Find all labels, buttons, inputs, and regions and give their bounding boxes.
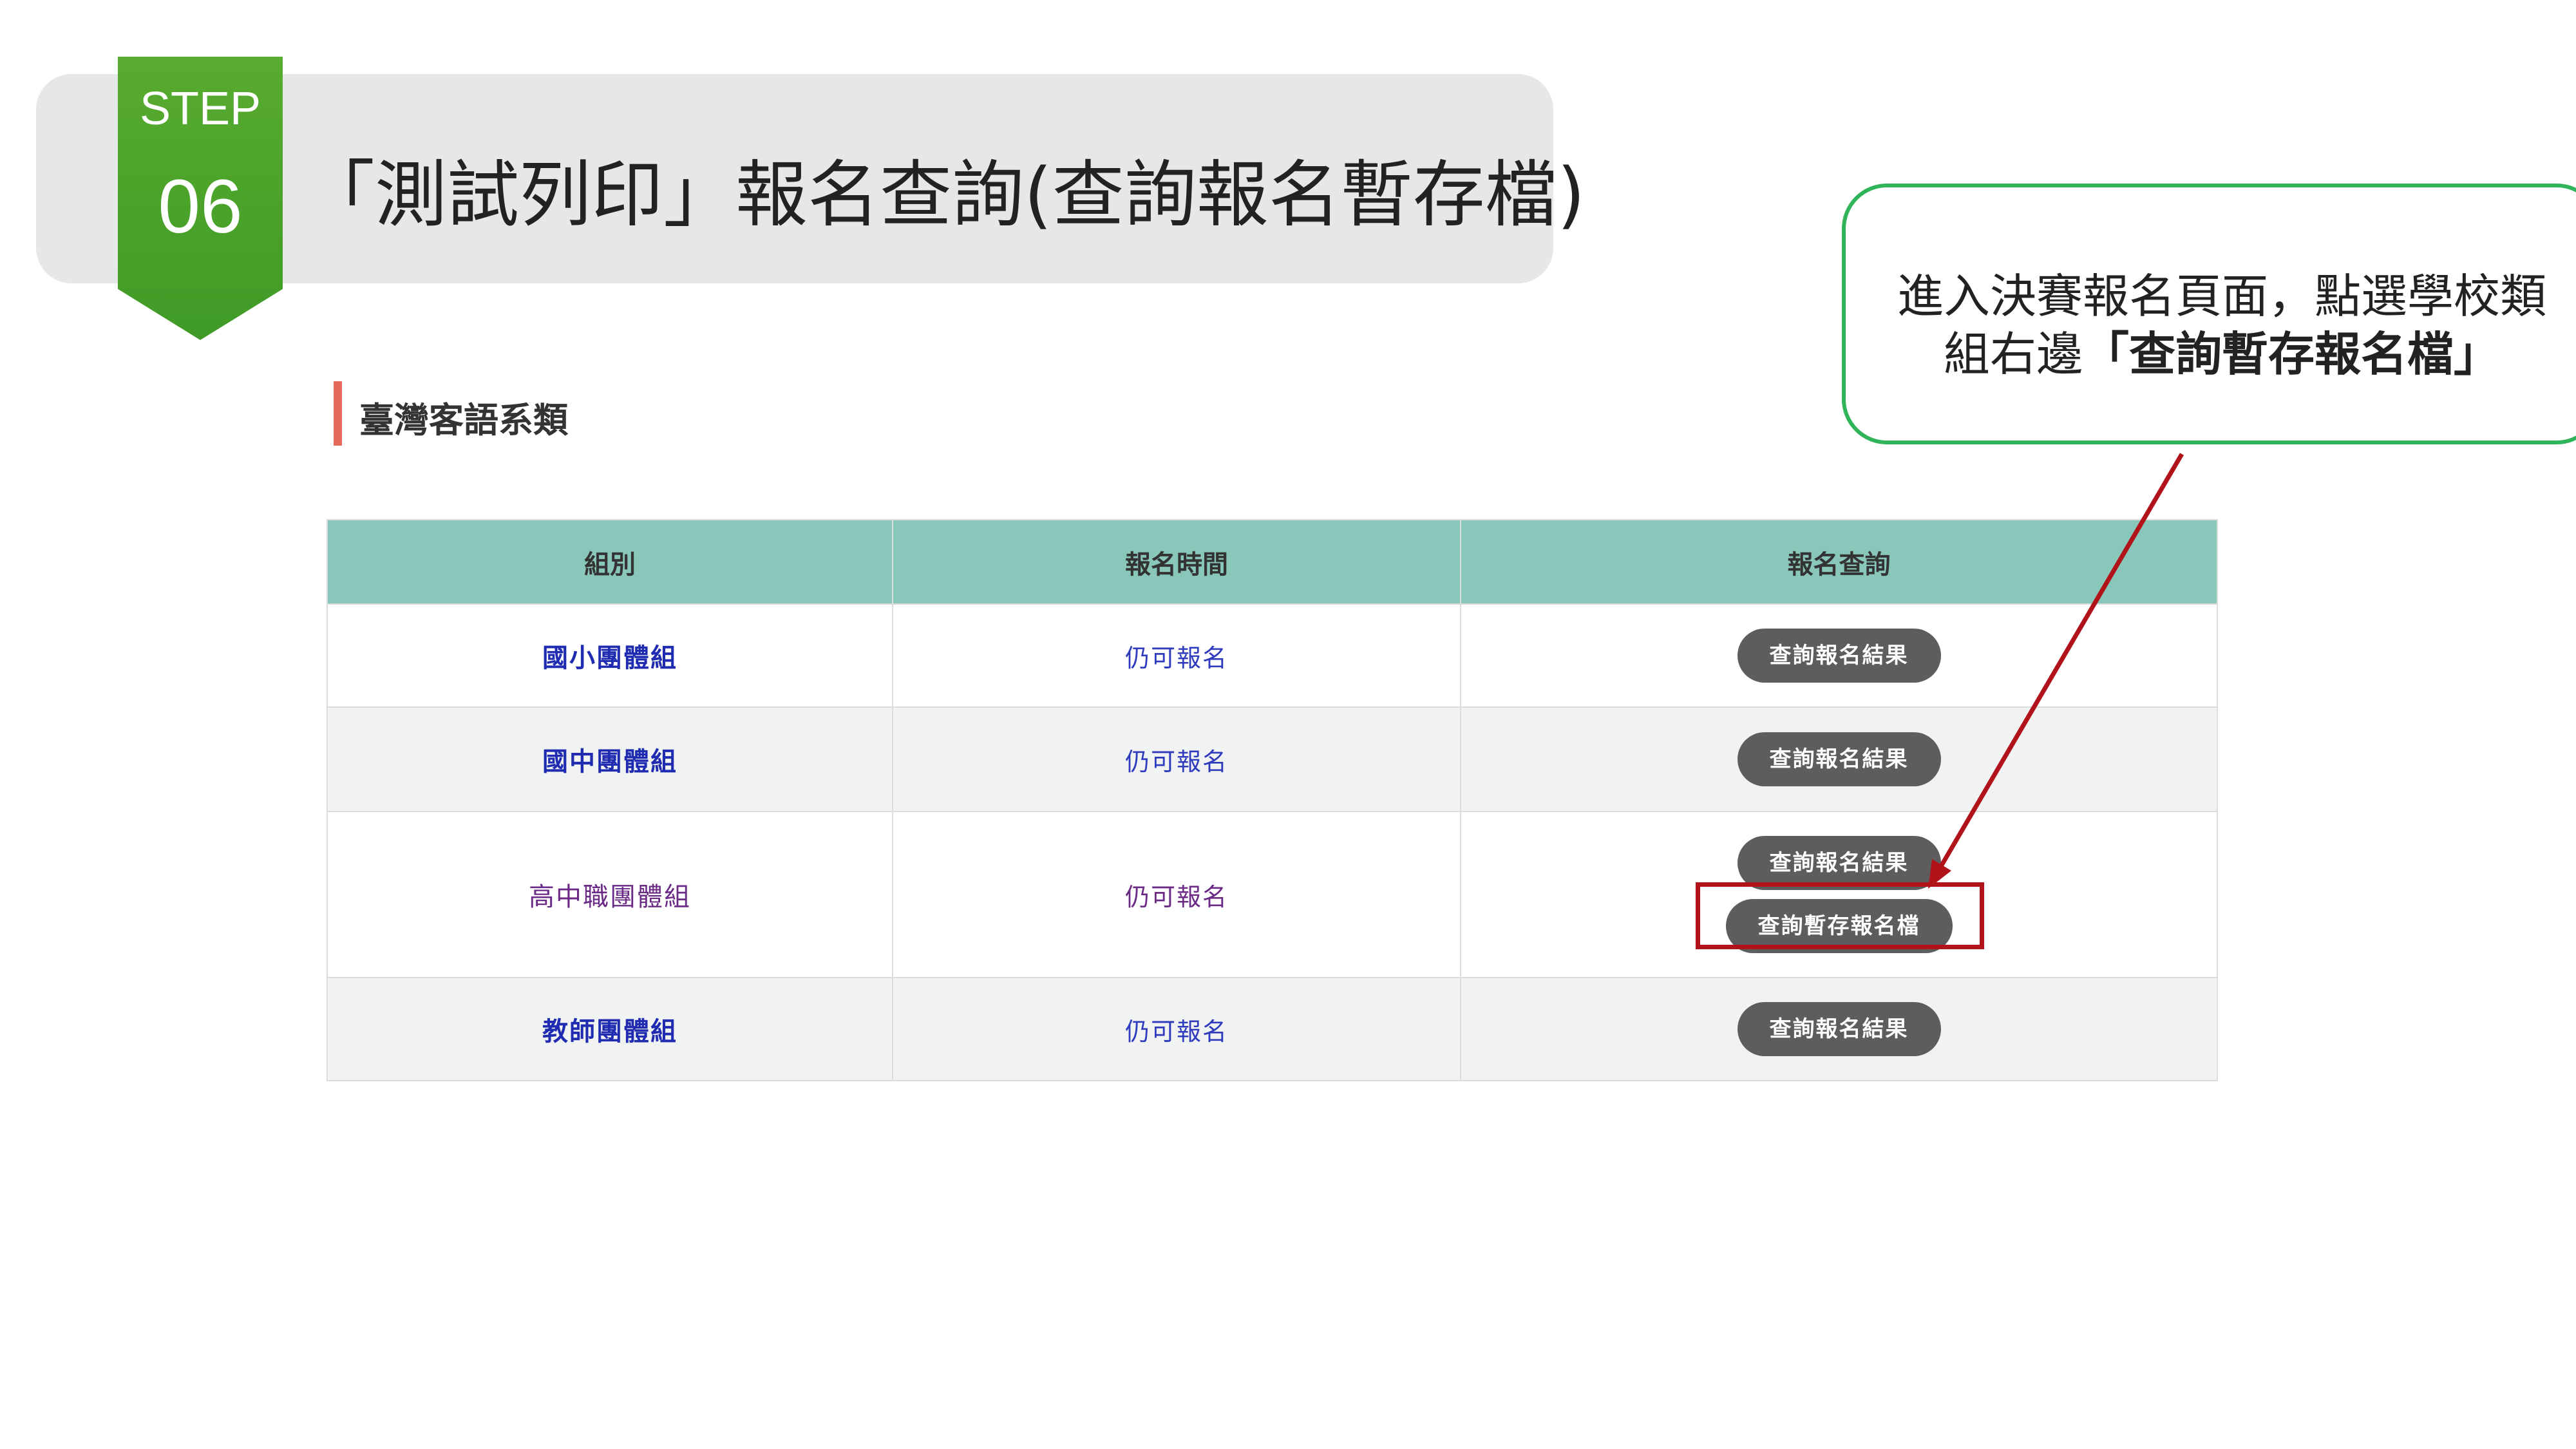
query-result-button[interactable]: 查詢報名結果	[1737, 629, 1941, 683]
group-cell: 國中團體組	[327, 706, 893, 812]
registration-status: 仍可報名	[1124, 1017, 1228, 1046]
table-row: 國中團體組 仍可報名 查詢報名結果	[327, 706, 2218, 812]
time-cell: 仍可報名	[892, 811, 1461, 978]
callout-bubble: 進入決賽報名頁面，點選學校類 組右邊「查詢暫存報名檔」	[1842, 184, 2576, 444]
step-label: STEP	[139, 83, 261, 135]
time-cell: 仍可報名	[892, 603, 1461, 708]
query-cell: 查詢報名結果	[1460, 706, 2218, 812]
table-row: 教師團體組 仍可報名 查詢報名結果	[327, 977, 2218, 1081]
registration-status: 仍可報名	[1124, 643, 1228, 672]
step-number: 06	[158, 164, 243, 249]
group-link-teacher[interactable]: 教師團體組	[542, 1017, 677, 1046]
registration-table: 組別 報名時間 報名查詢 國小團體組 仍可報名 查詢報名結果 國中團體組 仍可報…	[327, 519, 2218, 1081]
query-cell: 查詢報名結果	[1460, 977, 2218, 1081]
callout-text-line2: 組右邊「查詢暫存報名檔」	[1846, 316, 2576, 384]
group-cell: 高中職團體組	[327, 811, 893, 978]
column-header-query: 報名查詢	[1460, 519, 2218, 605]
registration-status: 仍可報名	[1124, 747, 1228, 776]
page-title: 「測試列印」報名查詢(查詢報名暫存檔)	[303, 153, 1586, 237]
table-header-row: 組別 報名時間 報名查詢	[327, 519, 2218, 605]
group-link-elementary[interactable]: 國小團體組	[542, 643, 677, 673]
callout-text-emphasis: 「查詢暫存報名檔」	[2083, 327, 2501, 381]
group-link-senior-high[interactable]: 高中職團體組	[529, 882, 691, 912]
group-cell: 教師團體組	[327, 977, 893, 1081]
section-title: 臺灣客語系類	[359, 400, 568, 440]
column-header-time: 報名時間	[892, 519, 1461, 605]
query-result-button[interactable]: 查詢報名結果	[1737, 732, 1941, 786]
callout-text-prefix: 組右邊	[1943, 327, 2083, 381]
group-link-junior-high[interactable]: 國中團體組	[542, 747, 677, 777]
registration-status: 仍可報名	[1124, 882, 1228, 911]
step-badge: STEP 06	[118, 57, 283, 340]
highlight-box	[1696, 882, 1984, 949]
time-cell: 仍可報名	[892, 977, 1461, 1081]
query-result-button[interactable]: 查詢報名結果	[1737, 1002, 1941, 1056]
query-cell: 查詢報名結果	[1460, 603, 2218, 708]
table-row: 國小團體組 仍可報名 查詢報名結果	[327, 603, 2218, 708]
time-cell: 仍可報名	[892, 706, 1461, 812]
column-header-group: 組別	[327, 519, 893, 605]
section-accent-bar	[334, 381, 342, 446]
group-cell: 國小團體組	[327, 603, 893, 708]
